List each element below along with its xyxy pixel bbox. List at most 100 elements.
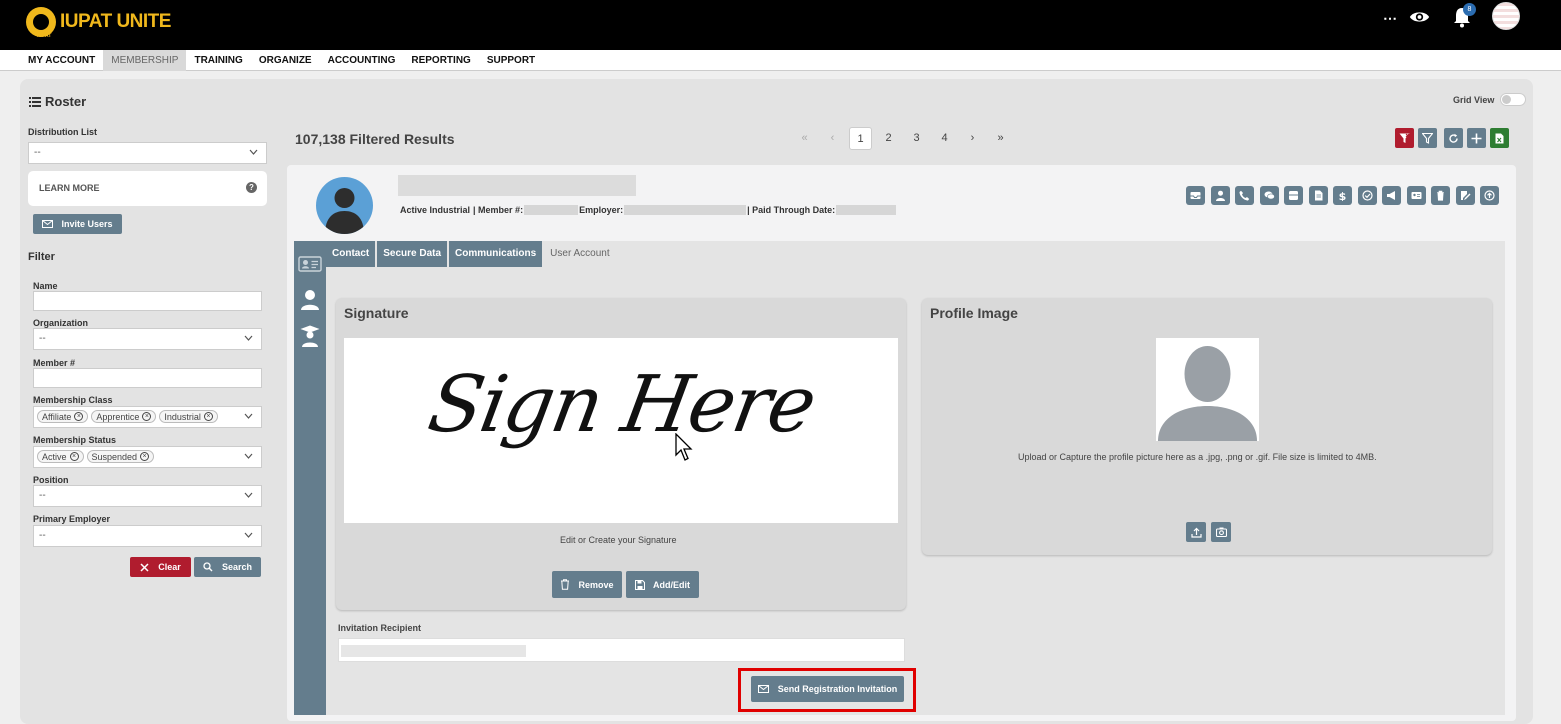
tab-user-account[interactable]: User Account — [544, 241, 615, 267]
notification-count-badge: 8 — [1463, 3, 1476, 16]
nav-organize[interactable]: ORGANIZE — [251, 50, 320, 71]
position-label: Position — [33, 475, 69, 485]
id-card-action[interactable] — [1406, 186, 1426, 205]
signature-placeholder: Sign Here — [422, 360, 821, 450]
chip-label: Affiliate — [42, 411, 72, 422]
chat-action[interactable] — [1259, 186, 1279, 205]
nav-membership[interactable]: MEMBERSHIP — [103, 50, 187, 71]
capture-image-button[interactable] — [1211, 522, 1231, 542]
billing-action[interactable]: $ — [1333, 186, 1352, 205]
top-bar: IUPAT UNITE IUPAT ⋯ 8 — [0, 0, 1561, 50]
graduation-icon[interactable] — [300, 325, 320, 347]
chip-apprentice: Apprentice × — [91, 410, 157, 423]
last-page-button[interactable]: » — [989, 127, 1012, 150]
remove-signature-button[interactable]: Remove — [552, 571, 622, 598]
first-page-button[interactable]: « — [793, 127, 816, 150]
megaphone-icon — [1387, 191, 1395, 200]
prev-page-button[interactable]: ‹ — [821, 127, 844, 150]
chip-suspended: Suspended × — [86, 450, 155, 463]
archive-action[interactable] — [1284, 186, 1303, 205]
clear-label: Clear — [158, 562, 181, 572]
remove-chip-icon[interactable]: × — [140, 452, 150, 461]
delete-action[interactable] — [1431, 186, 1450, 205]
person-icon[interactable] — [300, 289, 320, 310]
nav-support[interactable]: SUPPORT — [479, 50, 543, 71]
chat-icon — [1264, 191, 1275, 200]
clear-button[interactable]: Clear — [130, 557, 191, 577]
member-meta: Active Industrial | Member #: Employer: … — [400, 205, 897, 215]
nav-training[interactable]: TRAINING — [186, 50, 250, 71]
grid-view-label: Grid View — [1453, 95, 1495, 105]
filter-button[interactable] — [1418, 128, 1437, 148]
verify-action[interactable] — [1357, 186, 1377, 205]
upload-image-button[interactable] — [1186, 522, 1206, 542]
invitation-recipient-redacted — [341, 645, 526, 657]
primary-employer-select[interactable]: -- — [33, 525, 262, 547]
svg-text:$: $ — [1339, 190, 1347, 201]
search-button[interactable]: Search — [194, 557, 261, 577]
position-select[interactable]: -- — [33, 485, 262, 507]
eye-icon[interactable] — [1409, 8, 1430, 26]
tab-communications[interactable]: Communications — [449, 241, 543, 267]
help-icon[interactable]: ? — [246, 182, 257, 193]
member-status: Active Industrial — [400, 205, 471, 215]
export-button[interactable] — [1490, 128, 1509, 148]
tab-secure-data[interactable]: Secure Data — [377, 241, 448, 267]
phone-action[interactable] — [1235, 186, 1254, 205]
primary-employer-label: Primary Employer — [33, 514, 111, 524]
remove-chip-icon[interactable]: × — [203, 412, 213, 421]
organization-label: Organization — [33, 318, 89, 328]
next-page-button[interactable]: › — [961, 127, 984, 150]
edit-action[interactable] — [1455, 186, 1475, 205]
contact-card-icon[interactable] — [298, 256, 322, 272]
remove-chip-icon[interactable]: × — [69, 452, 79, 461]
app-logo[interactable]: IUPAT UNITE IUPAT — [26, 6, 171, 39]
add-button[interactable] — [1467, 128, 1486, 148]
chevron-down-icon — [244, 492, 253, 498]
learn-more-link[interactable]: LEARN MORE — [39, 183, 100, 193]
invite-users-button[interactable]: Invite Users — [33, 214, 122, 234]
pagination: « ‹ 1 2 3 4 › » — [793, 127, 1017, 150]
page-3-button[interactable]: 3 — [905, 127, 928, 150]
signature-hint: Edit or Create your Signature — [560, 535, 677, 545]
add-edit-signature-button[interactable]: Add/Edit — [626, 571, 699, 598]
distribution-list-select[interactable]: -- — [28, 142, 267, 164]
nav-accounting[interactable]: ACCOUNTING — [320, 50, 404, 71]
chevron-down-icon — [244, 453, 253, 459]
remove-chip-icon[interactable]: × — [142, 412, 152, 421]
announce-action[interactable] — [1382, 186, 1401, 205]
logo-subtext: IUPAT — [37, 33, 52, 39]
arrow-up-circle-icon — [1484, 190, 1495, 201]
chevron-down-icon — [244, 532, 253, 538]
inbox-action[interactable] — [1186, 186, 1205, 205]
more-menu-icon[interactable]: ⋯ — [1383, 10, 1397, 27]
member-number-input[interactable] — [33, 368, 262, 388]
remove-chip-icon[interactable]: × — [74, 412, 84, 421]
member-name-redacted — [398, 175, 636, 196]
page-2-button[interactable]: 2 — [877, 127, 900, 150]
upload-action[interactable] — [1480, 186, 1499, 205]
page-4-button[interactable]: 4 — [933, 127, 956, 150]
user-avatar[interactable] — [1492, 2, 1520, 30]
search-icon — [203, 562, 213, 572]
document-action[interactable] — [1308, 186, 1328, 205]
refresh-button[interactable] — [1444, 128, 1463, 148]
organization-select[interactable]: -- — [33, 328, 262, 350]
phone-icon — [1239, 190, 1250, 201]
profile-action[interactable] — [1210, 186, 1230, 205]
chevron-down-icon — [249, 149, 258, 155]
tab-contact[interactable]: Contact — [326, 241, 376, 267]
nav-my-account[interactable]: MY ACCOUNT — [20, 50, 103, 71]
name-input[interactable] — [33, 291, 262, 311]
page-1-button[interactable]: 1 — [849, 127, 872, 150]
chip-industrial: Industrial × — [159, 410, 218, 423]
invitation-recipient-label: Invitation Recipient — [338, 623, 422, 633]
person-silhouette-icon — [325, 188, 364, 234]
profile-image-title: Profile Image — [930, 305, 1018, 321]
member-number-label: Member # — [33, 358, 76, 368]
clear-filter-button[interactable] — [1395, 128, 1414, 148]
primary-employer-value: -- — [39, 530, 46, 541]
page-title: Roster — [29, 94, 86, 109]
nav-reporting[interactable]: REPORTING — [403, 50, 478, 71]
grid-view-toggle[interactable] — [1500, 93, 1526, 106]
